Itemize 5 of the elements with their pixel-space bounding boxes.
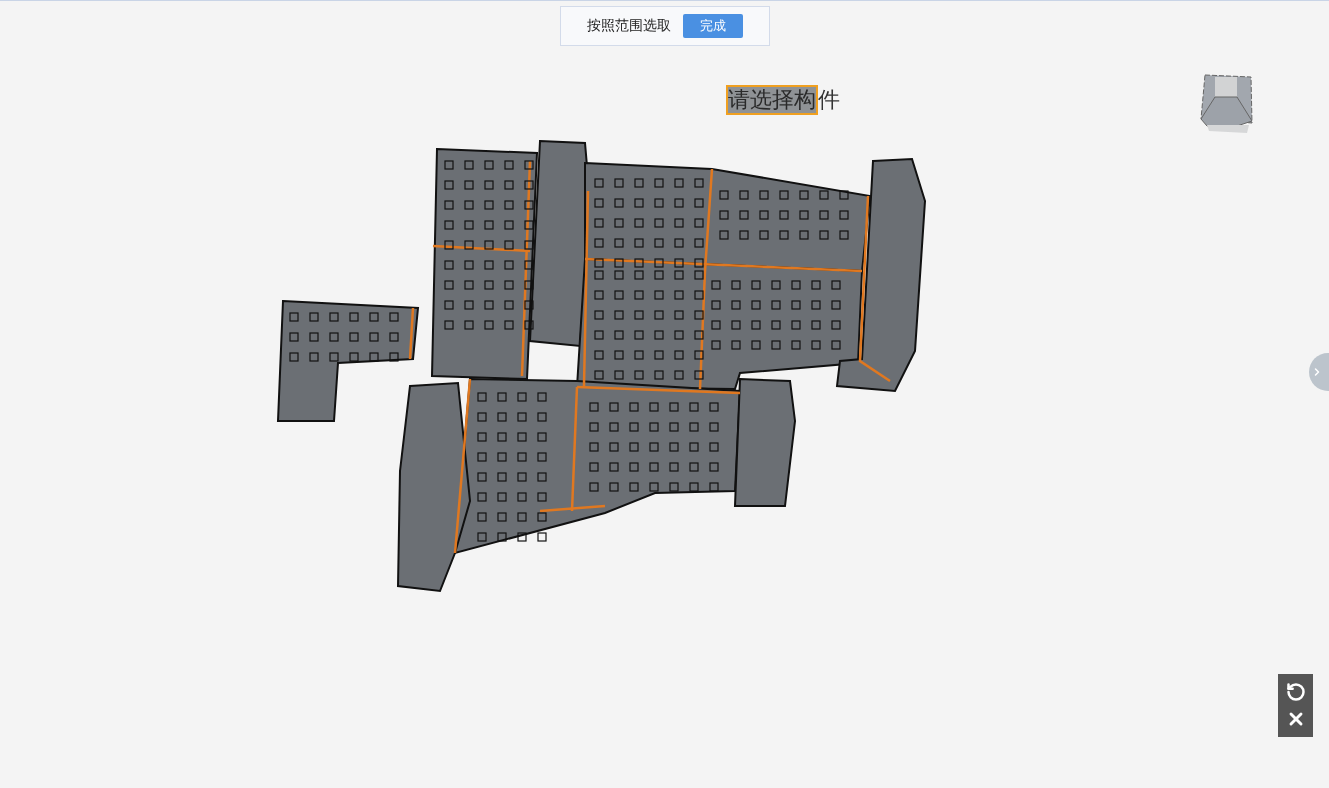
- undo-icon[interactable]: [1285, 681, 1306, 702]
- toolbar-label: 按照范围选取: [586, 17, 671, 35]
- done-button[interactable]: 完成: [682, 14, 743, 38]
- highlighted-prompt-text: 请选择构: [726, 85, 818, 115]
- prompt-text: 件: [818, 86, 840, 114]
